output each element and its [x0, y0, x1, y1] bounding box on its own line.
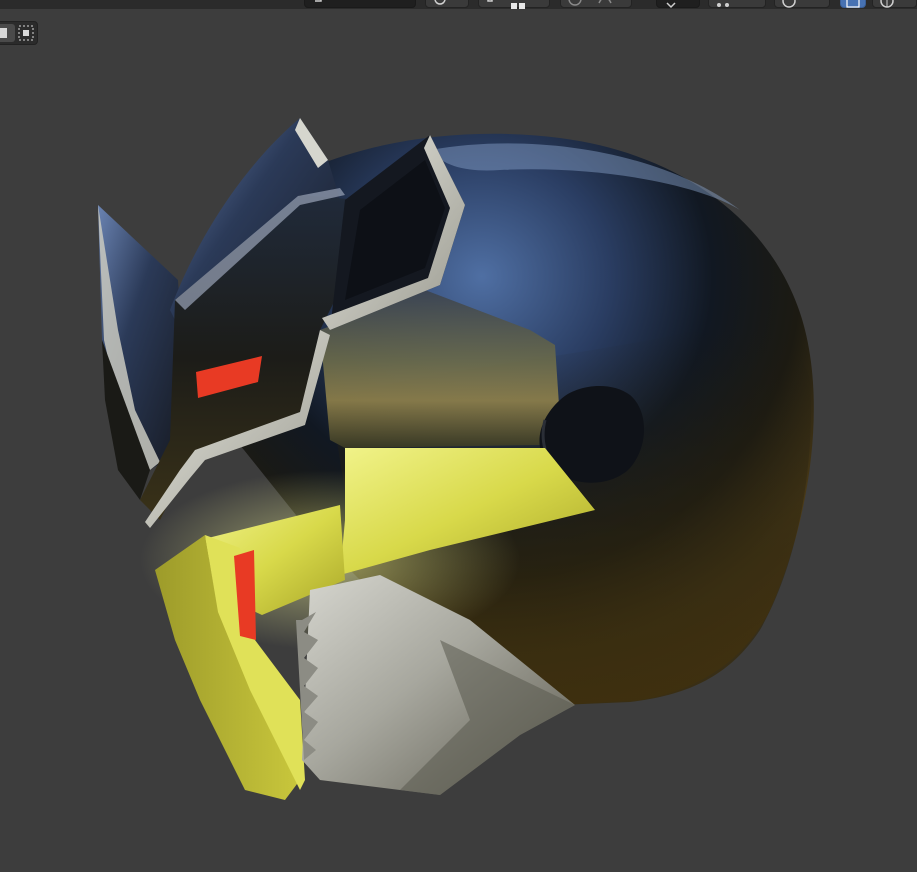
helmet-render[interactable] [0, 0, 917, 872]
3d-viewport[interactable] [0, 0, 917, 872]
